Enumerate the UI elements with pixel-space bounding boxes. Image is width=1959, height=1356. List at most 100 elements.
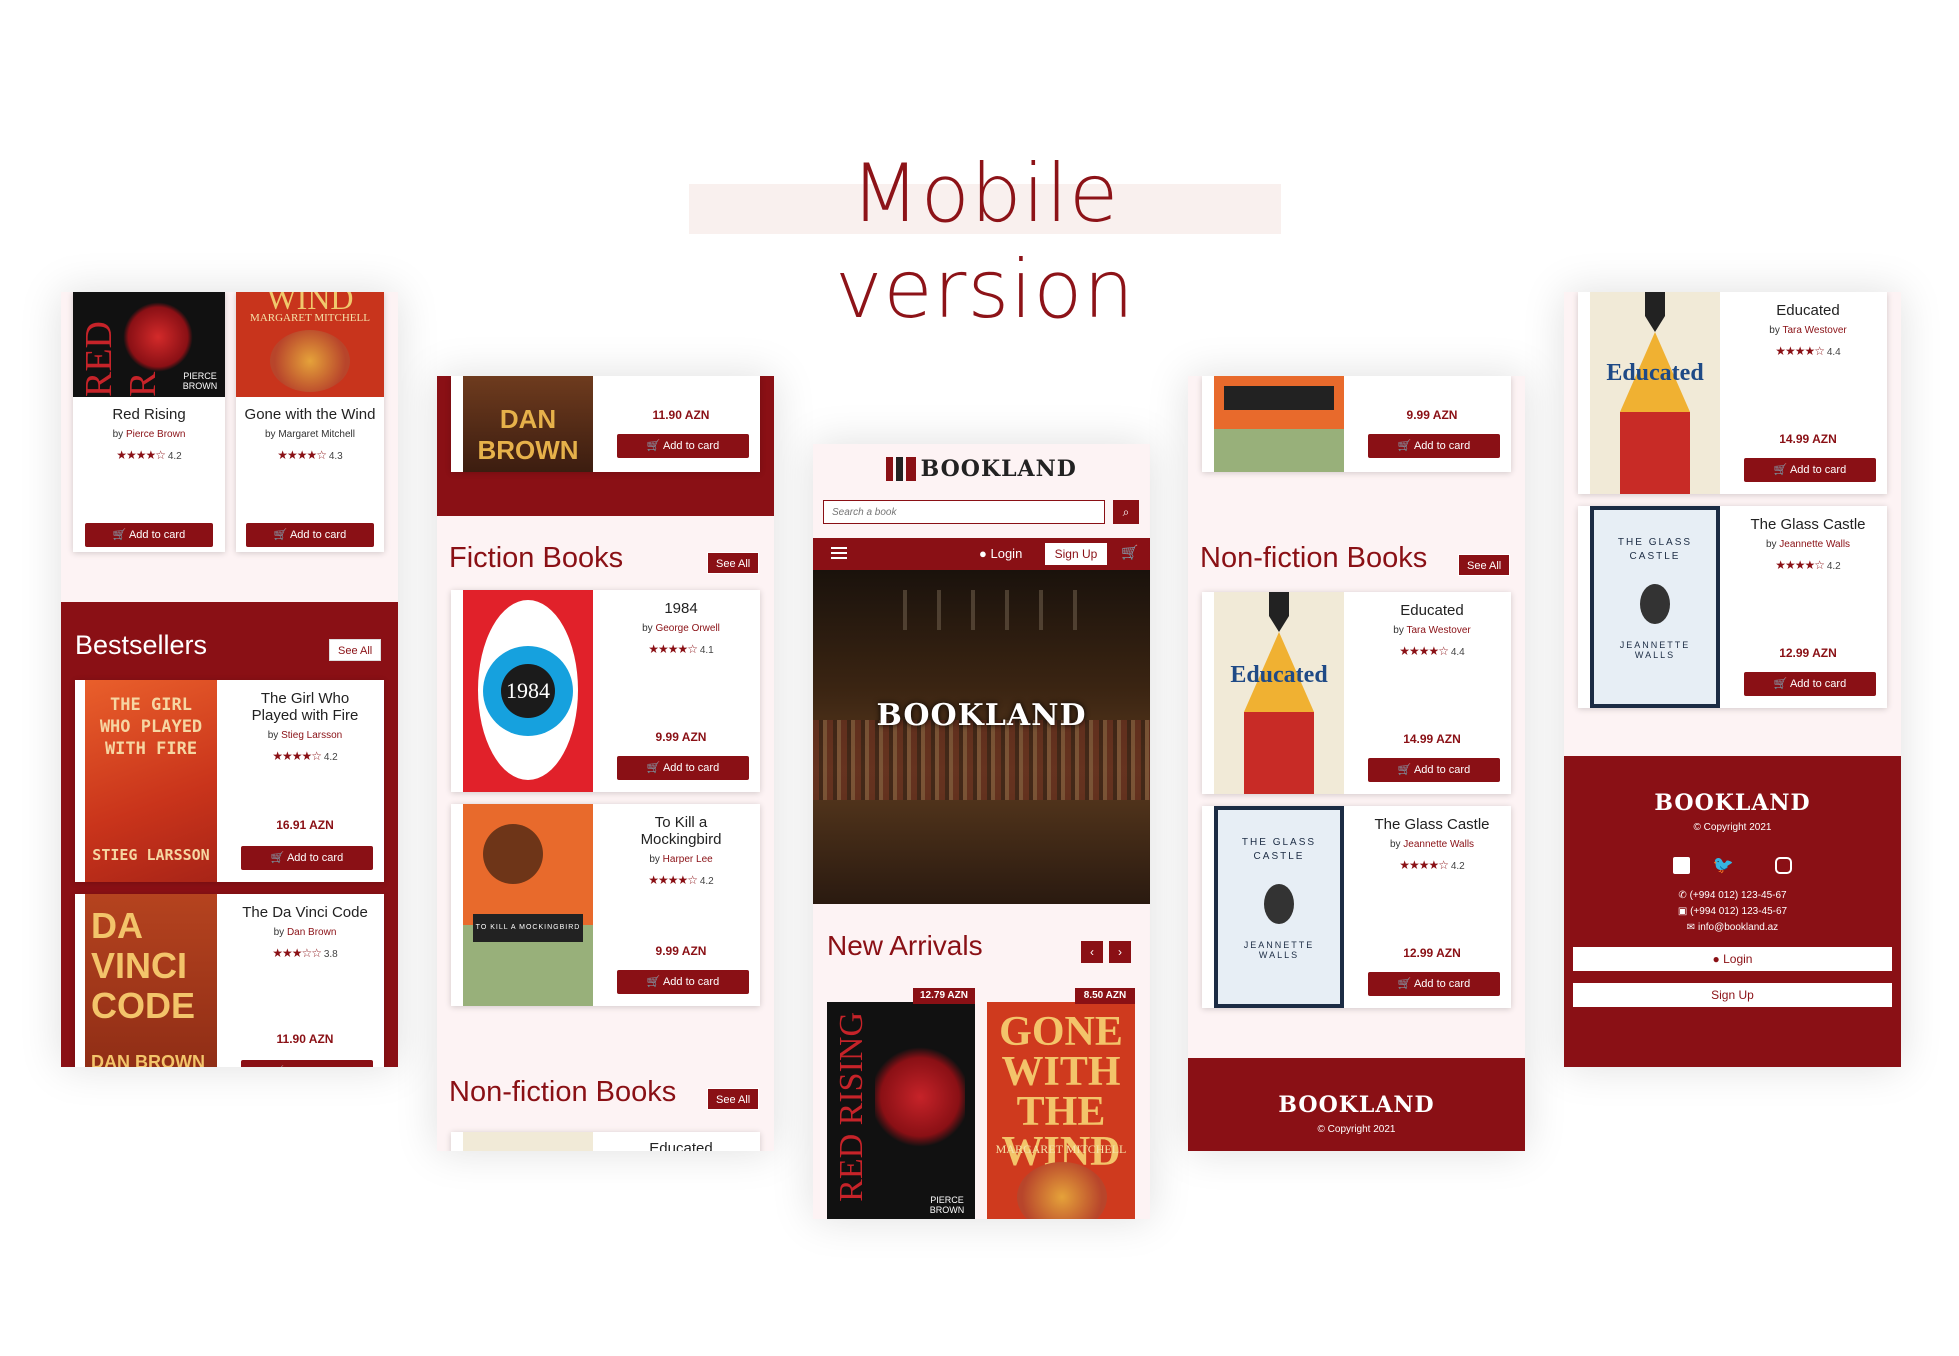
book-info: Red Rising by Pierce Brown ★★★★☆ 4.2 — [73, 406, 225, 462]
book-title[interactable]: Gone with the Wind — [244, 406, 376, 423]
add-to-cart-button[interactable]: 🛒 Add to card — [85, 523, 213, 547]
book-info: To Kill a Mockingbird by Harper Lee ★★★★… — [613, 814, 749, 887]
book-info: 1984 by George Orwell ★★★★☆ 4.1 — [613, 600, 749, 656]
book-card[interactable]: Educated Educated by Tara Westover ★★★★☆… — [1578, 292, 1887, 494]
instagram-icon[interactable] — [1774, 857, 1792, 875]
arrival-card[interactable]: 12.79 AZN RED RISING PIERCE BROWN — [827, 1002, 975, 1219]
section-title: Non-fiction Books — [1200, 542, 1428, 574]
logo[interactable]: BOOKLAND — [813, 456, 1150, 482]
menu-icon[interactable] — [831, 547, 847, 559]
book-card[interactable]: DAN BROWN 11.90 AZN 🛒 Add to card — [451, 376, 760, 472]
book-card[interactable]: RED R PIERCE BROWN Red Rising by Pierce … — [73, 292, 225, 552]
star-icon: ★★★★☆ — [277, 448, 327, 462]
signup-button[interactable]: Sign Up — [1045, 543, 1107, 565]
book-price: 9.99 AZN — [655, 730, 707, 744]
author-link[interactable]: George Orwell — [655, 623, 719, 634]
star-icon: ★★★★☆ — [1775, 344, 1825, 358]
author-link[interactable]: Jeannette Walls — [1403, 839, 1474, 850]
add-to-cart-button[interactable]: 🛒 Add to card — [1744, 458, 1876, 482]
star-icon: ★★★★☆ — [648, 642, 698, 656]
contact-phone-1: ✆ (+994 012) 123-45-67 — [1564, 890, 1901, 901]
book-title[interactable]: The Glass Castle — [1364, 816, 1500, 833]
book-cover: Educated — [1590, 292, 1720, 494]
book-card[interactable]: THE GLASS CASTLE Jeannette Walls The Gla… — [1578, 506, 1887, 708]
add-to-cart-button[interactable]: 🛒 Add to card — [617, 434, 749, 458]
cart-icon: 🛒 — [1397, 440, 1412, 452]
book-card[interactable]: Educated Educated by Tara Westover ★★★★☆… — [1202, 592, 1511, 794]
add-to-cart-button[interactable]: 🛒 Add to card — [1368, 758, 1500, 782]
add-to-cart-button[interactable]: 🛒 Add to card — [617, 970, 749, 994]
cart-icon: 🛒 — [1397, 764, 1412, 776]
book-title[interactable]: The Girl Who Played with Fire — [237, 690, 373, 724]
author-link[interactable]: Pierce Brown — [126, 429, 185, 440]
section-title: Non-fiction Books — [449, 1076, 677, 1108]
carousel-next-button[interactable]: › — [1109, 941, 1131, 963]
book-title[interactable]: The Da Vinci Code — [237, 904, 373, 921]
twitter-icon[interactable]: 🐦 — [1713, 856, 1752, 875]
cover-title: Educated — [1230, 662, 1328, 688]
author-link[interactable]: Jeannette Walls — [1779, 539, 1850, 550]
button-label: Add to card — [287, 1066, 343, 1067]
book-card[interactable]: DA VINCI CODE DAN BROWN The Da Vinci Cod… — [75, 894, 384, 1067]
author-link[interactable]: Dan Brown — [287, 927, 336, 938]
book-card[interactable]: THE GLASS CASTLE Jeannette Walls The Gla… — [1202, 806, 1511, 1008]
see-all-button[interactable]: See All — [1458, 554, 1511, 576]
cart-icon[interactable]: 🛒 — [1121, 544, 1138, 561]
section-title: Fiction Books — [449, 542, 624, 574]
book-card[interactable]: THE GIRL WHO PLAYED WITH FIRE STIEG LARS… — [75, 680, 384, 882]
add-to-cart-button[interactable]: 🛒 Add to card — [1368, 434, 1500, 458]
cover-title: THE GLASS CASTLE — [1617, 537, 1693, 562]
book-title[interactable]: Educated — [613, 1140, 749, 1151]
search-button[interactable]: ⌕ — [1113, 500, 1139, 524]
button-label: Add to card — [662, 762, 720, 774]
book-cover: THE GIRL WHO PLAYED WITH FIRE STIEG LARS… — [85, 680, 217, 882]
search-input[interactable] — [823, 500, 1105, 524]
add-to-cart-button[interactable]: 🛒 Add to card — [1368, 972, 1500, 996]
book-title[interactable]: The Glass Castle — [1740, 516, 1876, 533]
login-link[interactable]: ● Login — [979, 546, 1022, 561]
author-link[interactable]: Stieg Larsson — [281, 730, 342, 741]
book-cover — [1214, 376, 1344, 472]
add-to-cart-button[interactable]: 🛒 Add to card — [241, 1060, 373, 1067]
book-title[interactable]: 1984 — [613, 600, 749, 617]
book-title[interactable]: Red Rising — [73, 406, 225, 423]
add-to-cart-button[interactable]: 🛒 Add to card — [241, 846, 373, 870]
cart-icon: 🛒 — [112, 529, 127, 541]
section-title: New Arrivals — [827, 930, 983, 961]
footer-login-button[interactable]: ● Login — [1573, 946, 1892, 971]
cover-author: MARGARET MITCHELL — [250, 312, 370, 324]
cover-title: DAN BROWN — [477, 404, 579, 465]
see-all-button[interactable]: See All — [707, 1088, 760, 1110]
book-card[interactable]: 9.99 AZN 🛒 Add to card — [1202, 376, 1511, 472]
add-to-cart-button[interactable]: 🛒 Add to card — [1744, 672, 1876, 696]
cart-icon: 🛒 — [646, 762, 661, 774]
book-info: Educated — [613, 1140, 749, 1151]
email-text[interactable]: info@bookland.az — [1698, 922, 1778, 933]
cart-icon: 🛒 — [1397, 978, 1412, 990]
add-to-cart-button[interactable]: 🛒 Add to card — [617, 756, 749, 780]
author-link[interactable]: Tara Westover — [1406, 625, 1470, 636]
facebook-icon[interactable] — [1673, 857, 1691, 875]
book-title[interactable]: Educated — [1364, 602, 1500, 619]
book-title[interactable]: To Kill a Mockingbird — [613, 814, 749, 848]
rating-value: 4.2 — [1826, 561, 1841, 572]
book-card[interactable]: 1984 1984 by George Orwell ★★★★☆ 4.1 9.9… — [451, 590, 760, 792]
book-card[interactable]: WIND MARGARET MITCHELL Gone with the Win… — [236, 292, 384, 552]
button-label: Add to card — [662, 976, 720, 988]
see-all-button[interactable]: See All — [707, 552, 760, 574]
see-all-button[interactable]: See All — [329, 639, 382, 661]
arrival-card[interactable]: GONE WITH THE WIND MARGARET MITCHELL — [987, 1002, 1135, 1219]
book-card[interactable]: TO KILL A MOCKINGBIRD To Kill a Mockingb… — [451, 804, 760, 1006]
author-link[interactable]: Harper Lee — [663, 854, 713, 865]
button-label: Add to card — [1789, 464, 1847, 476]
carousel-prev-button[interactable]: ‹ — [1081, 941, 1103, 963]
book-title[interactable]: Educated — [1740, 302, 1876, 319]
footer-signup-button[interactable]: Sign Up — [1573, 982, 1892, 1007]
page-header: Mobile version — [689, 146, 1281, 338]
showcase-canvas: { "header": {"title": "Mobile version"},… — [0, 0, 1959, 1356]
add-to-cart-button[interactable]: 🛒 Add to card — [246, 523, 374, 547]
book-card[interactable]: Educated — [451, 1132, 760, 1151]
author-link[interactable]: Tara Westover — [1782, 325, 1846, 336]
star-icon: ★★★★☆ — [272, 749, 322, 763]
book-author: by Pierce Brown — [112, 429, 186, 440]
